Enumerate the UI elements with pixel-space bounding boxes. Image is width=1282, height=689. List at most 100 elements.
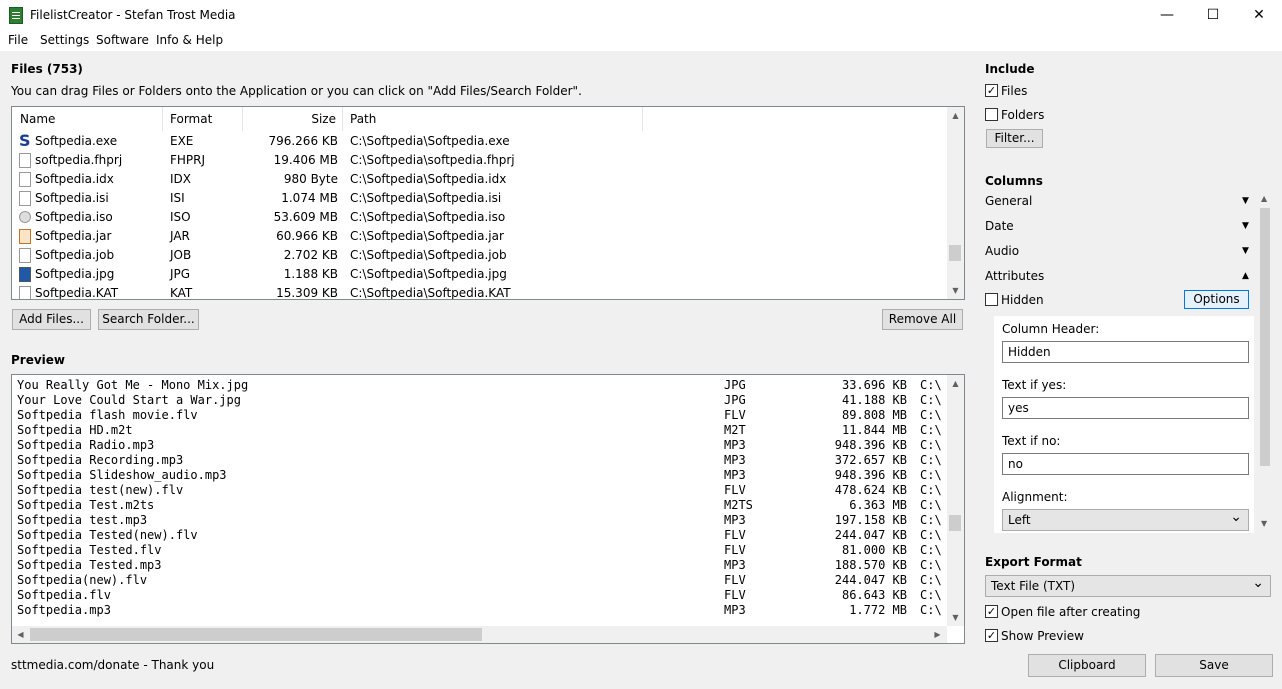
- status-text: sttmedia.com/donate - Thank you: [11, 658, 215, 672]
- maximize-button[interactable]: ☐: [1190, 0, 1236, 31]
- preview-name: Softpedia Radio.mp3: [17, 438, 155, 452]
- scroll-down-icon[interactable]: ▼: [947, 282, 964, 299]
- file-size: 19.406 MB: [273, 153, 338, 167]
- scroll-down-icon[interactable]: ▼: [1261, 519, 1267, 528]
- remove-all-button[interactable]: Remove All: [882, 309, 963, 330]
- scroll-up-icon[interactable]: ▲: [947, 375, 964, 392]
- preview-path: C:\: [920, 603, 942, 617]
- table-row[interactable]: softpedia.fhprj FHPRJ 19.406 MB C:\Softpedi…: [13, 151, 943, 170]
- expand-down-icon[interactable]: ▼: [1242, 246, 1249, 256]
- preview-line: You Really Got Me - Mono Mix.jpg JPG 33.69…: [17, 378, 947, 393]
- close-button[interactable]: ✕: [1236, 0, 1282, 31]
- menu-software[interactable]: Software: [96, 33, 149, 47]
- show-preview-label: Show Preview: [1001, 629, 1084, 643]
- preview-format: MP3: [724, 513, 746, 527]
- table-row[interactable]: Softpedia.jar JAR 60.966 KB C:\Softpedia\So…: [13, 227, 943, 246]
- column-header-path[interactable]: Path: [343, 107, 643, 131]
- group-general-label[interactable]: General: [985, 194, 1032, 208]
- scrollbar-thumb[interactable]: [949, 245, 961, 261]
- table-row[interactable]: Softpedia.KAT KAT 15.309 KB C:\Softpedia\So…: [13, 284, 943, 299]
- scrollbar-thumb[interactable]: [1260, 208, 1270, 466]
- preview-path: C:\: [920, 588, 942, 602]
- text-if-yes-input[interactable]: yes: [1002, 397, 1249, 419]
- file-icon: [19, 248, 31, 263]
- menu-file[interactable]: File: [8, 33, 28, 47]
- preview-format: FLV: [724, 528, 746, 542]
- preview-area[interactable]: You Really Got Me - Mono Mix.jpg JPG 33.69…: [11, 374, 965, 644]
- include-files-checkbox[interactable]: ✓: [985, 84, 998, 97]
- preview-path: C:\: [920, 573, 942, 587]
- include-heading: Include: [985, 62, 1035, 76]
- preview-size: 244.047 KB: [834, 573, 907, 587]
- include-files-label: Files: [1001, 84, 1028, 98]
- menu-info-help[interactable]: Info & Help: [156, 33, 223, 47]
- preview-size: 81.000 KB: [841, 543, 907, 557]
- alignment-select[interactable]: Left ⌄: [1002, 509, 1249, 531]
- preview-line: Softpedia.flv FLV 86.643 KB C:\: [17, 588, 947, 603]
- scroll-up-icon[interactable]: ▲: [1261, 194, 1267, 203]
- preview-path: C:\: [920, 423, 942, 437]
- column-header-format[interactable]: Format: [163, 107, 243, 131]
- table-row[interactable]: Softpedia.jpg JPG 1.188 KB C:\Softpedia\Sof…: [13, 265, 943, 284]
- file-name: Softpedia.jar: [35, 229, 112, 243]
- group-attributes-label[interactable]: Attributes: [985, 269, 1044, 283]
- table-row[interactable]: Softpedia.iso ISO 53.609 MB C:\Softpedia\So…: [13, 208, 943, 227]
- collapse-up-icon[interactable]: ▲: [1242, 271, 1249, 281]
- scroll-left-icon[interactable]: ◀: [12, 626, 29, 643]
- minimize-button[interactable]: —: [1144, 0, 1190, 31]
- group-audio-label[interactable]: Audio: [985, 244, 1019, 258]
- show-preview-checkbox[interactable]: ✓: [985, 629, 998, 642]
- group-date-label[interactable]: Date: [985, 219, 1014, 233]
- file-size: 53.609 MB: [273, 210, 338, 224]
- save-button[interactable]: Save: [1155, 654, 1273, 677]
- file-size: 60.966 KB: [276, 229, 338, 243]
- text-if-no-label: Text if no:: [1002, 434, 1061, 448]
- hidden-checkbox[interactable]: [985, 293, 998, 306]
- preview-name: You Really Got Me - Mono Mix.jpg: [17, 378, 249, 392]
- hscrollbar-thumb[interactable]: [30, 628, 482, 641]
- preview-name: Softpedia test(new).flv: [17, 483, 184, 497]
- include-folders-checkbox[interactable]: [985, 108, 998, 121]
- image-icon: [19, 267, 31, 282]
- open-after-checkbox[interactable]: ✓: [985, 605, 998, 618]
- file-icon: [19, 286, 31, 299]
- file-list-scrollbar[interactable]: ▲ ▼: [947, 107, 964, 299]
- preview-vscrollbar[interactable]: ▲ ▼: [947, 375, 964, 626]
- filter-button[interactable]: Filter...: [986, 129, 1043, 148]
- export-format-select[interactable]: Text File (TXT) ⌄: [985, 575, 1271, 597]
- table-row[interactable]: Softpedia.isi ISI 1.074 MB C:\Softpedia\Sof…: [13, 189, 943, 208]
- table-row[interactable]: S Softpedia.exe EXE 796.266 KB C:\Softpedia\…: [13, 132, 943, 151]
- clipboard-button[interactable]: Clipboard: [1028, 654, 1146, 677]
- columns-heading: Columns: [985, 174, 1043, 188]
- column-header-size[interactable]: Size: [243, 107, 343, 131]
- column-header-input[interactable]: Hidden: [1002, 341, 1249, 363]
- preview-path: C:\: [920, 558, 942, 572]
- table-row[interactable]: Softpedia.idx IDX 980 Byte C:\Softpedia\Sof…: [13, 170, 943, 189]
- file-path: C:\Softpedia\Softpedia.jar: [350, 229, 504, 243]
- menu-settings[interactable]: Settings: [40, 33, 89, 47]
- file-path: C:\Softpedia\Softpedia.idx: [350, 172, 507, 186]
- scrollbar-thumb[interactable]: [949, 515, 961, 531]
- chevron-down-icon: ⌄: [1252, 575, 1264, 591]
- text-if-yes-label: Text if yes:: [1002, 378, 1067, 392]
- preview-path: C:\: [920, 468, 942, 482]
- columns-scrollbar[interactable]: ▲ ▼: [1259, 192, 1271, 532]
- expand-down-icon[interactable]: ▼: [1242, 196, 1249, 206]
- preview-hscrollbar[interactable]: ◀ ▶: [12, 626, 947, 643]
- menu-bar: File Settings Software Info & Help: [0, 31, 1282, 51]
- column-header-name[interactable]: Name: [13, 107, 163, 131]
- preview-name: Softpedia(new).flv: [17, 573, 148, 587]
- scroll-right-icon[interactable]: ▶: [929, 626, 946, 643]
- table-row[interactable]: Softpedia.job JOB 2.702 KB C:\Softpedia\Sof…: [13, 246, 943, 265]
- expand-down-icon[interactable]: ▼: [1242, 221, 1249, 231]
- text-if-no-input[interactable]: no: [1002, 453, 1249, 475]
- options-button[interactable]: Options: [1184, 290, 1249, 309]
- preview-path: C:\: [920, 543, 942, 557]
- scroll-up-icon[interactable]: ▲: [947, 107, 964, 124]
- scroll-down-icon[interactable]: ▼: [947, 609, 964, 626]
- file-list[interactable]: Name Format Size Path S Softpedia.exe EXE 7…: [11, 106, 965, 300]
- add-files-button[interactable]: Add Files...: [12, 309, 91, 330]
- search-folder-button[interactable]: Search Folder...: [98, 309, 199, 330]
- preview-format: FLV: [724, 588, 746, 602]
- preview-size: 188.570 KB: [834, 558, 907, 572]
